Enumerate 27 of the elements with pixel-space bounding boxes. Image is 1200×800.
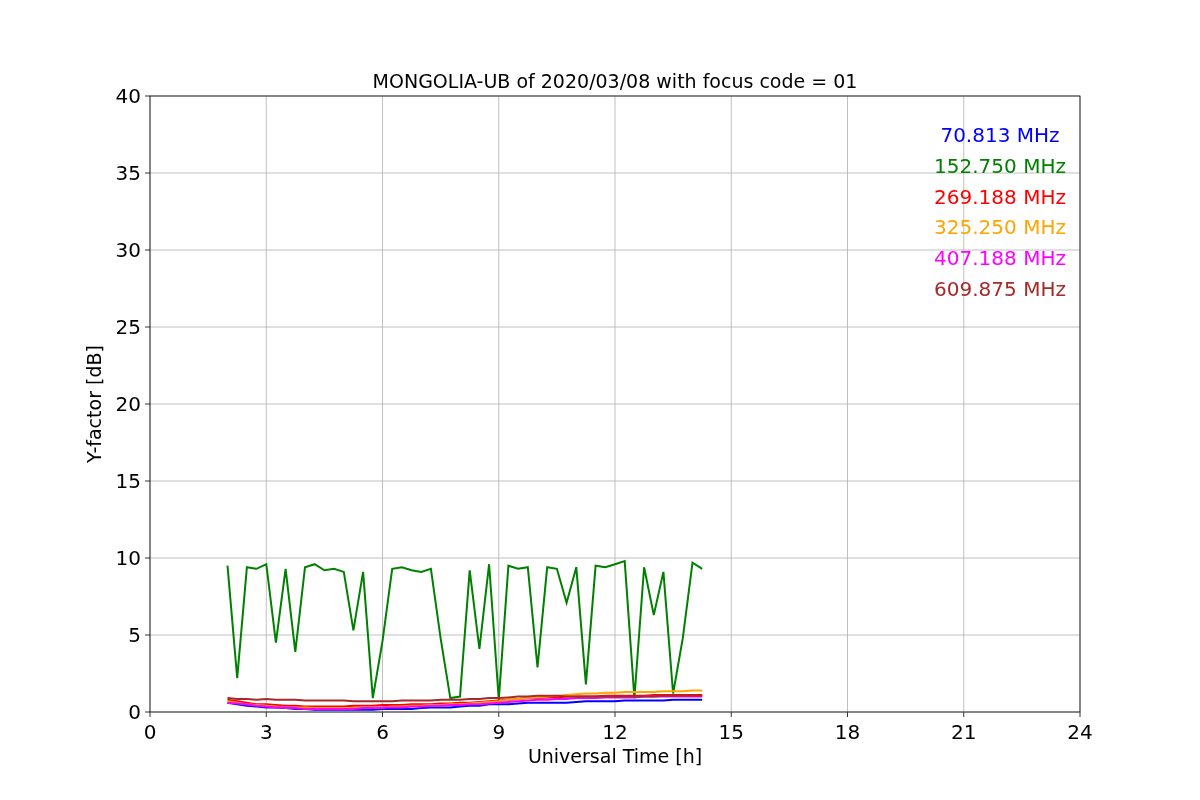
y-tick-label: 5 (128, 623, 141, 647)
y-tick-label: 0 (128, 700, 141, 724)
y-tick-label: 40 (115, 84, 141, 108)
x-tick-label: 15 (718, 720, 744, 744)
y-tick-label: 10 (115, 546, 141, 570)
x-tick-label: 3 (259, 720, 273, 744)
x-tick-label: 0 (143, 720, 157, 744)
legend-label: 609.875 MHz (934, 277, 1066, 301)
chart-title: MONGOLIA-UB of 2020/03/08 with focus code = 01 (372, 70, 858, 92)
x-tick-label: 6 (376, 720, 389, 744)
y-tick-label: 15 (115, 469, 141, 493)
x-tick-label: 12 (602, 720, 628, 744)
legend-label: 269.188 MHz (934, 184, 1066, 209)
y-tick-label: 20 (115, 392, 141, 416)
legend-label: 70.813 MHz (940, 123, 1060, 147)
y-tick-label: 35 (115, 161, 141, 185)
x-tick-label: 21 (951, 720, 977, 744)
legend-label: 325.250 MHz (934, 215, 1066, 240)
x-tick-label: 18 (834, 720, 861, 744)
x-tick-label: 24 (1067, 720, 1093, 744)
legend-label: 407.188 MHz (934, 246, 1066, 271)
x-tick-label: 9 (492, 720, 506, 744)
y-axis-label: Y-factor [dB] (83, 345, 105, 463)
x-axis-label: Universal Time [h] (527, 745, 703, 767)
y-tick-label: 25 (115, 315, 141, 339)
y-tick-label: 30 (115, 238, 141, 262)
legend-label: 152.750 MHz (934, 153, 1066, 178)
